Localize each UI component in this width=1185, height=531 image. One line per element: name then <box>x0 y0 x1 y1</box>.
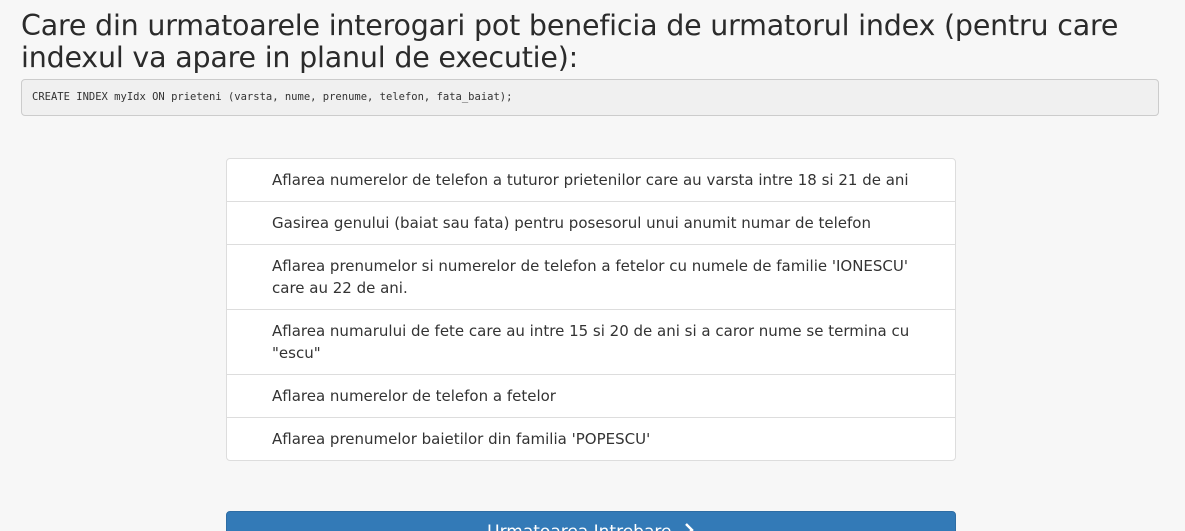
answer-list: Aflarea numerelor de telefon a tuturor p… <box>226 158 956 461</box>
answer-option[interactable]: Gasirea genului (baiat sau fata) pentru … <box>227 201 955 244</box>
answer-option[interactable]: Aflarea numerelor de telefon a tuturor p… <box>227 159 955 201</box>
next-question-label: Urmatoarea Intrebare <box>487 522 671 531</box>
next-question-button[interactable]: Urmatoarea Intrebare <box>226 511 956 531</box>
chevron-right-icon <box>683 522 695 531</box>
sql-code-block: CREATE INDEX myIdx ON prieteni (varsta, … <box>21 79 1159 116</box>
answer-option[interactable]: Aflarea prenumelor si numerelor de telef… <box>227 244 955 309</box>
answer-option[interactable]: Aflarea numerelor de telefon a fetelor <box>227 374 955 417</box>
question-title: Care din urmatoarele interogari pot bene… <box>21 9 1119 74</box>
answer-option[interactable]: Aflarea numarului de fete care au intre … <box>227 309 955 374</box>
answer-option[interactable]: Aflarea prenumelor baietilor din familia… <box>227 417 955 460</box>
